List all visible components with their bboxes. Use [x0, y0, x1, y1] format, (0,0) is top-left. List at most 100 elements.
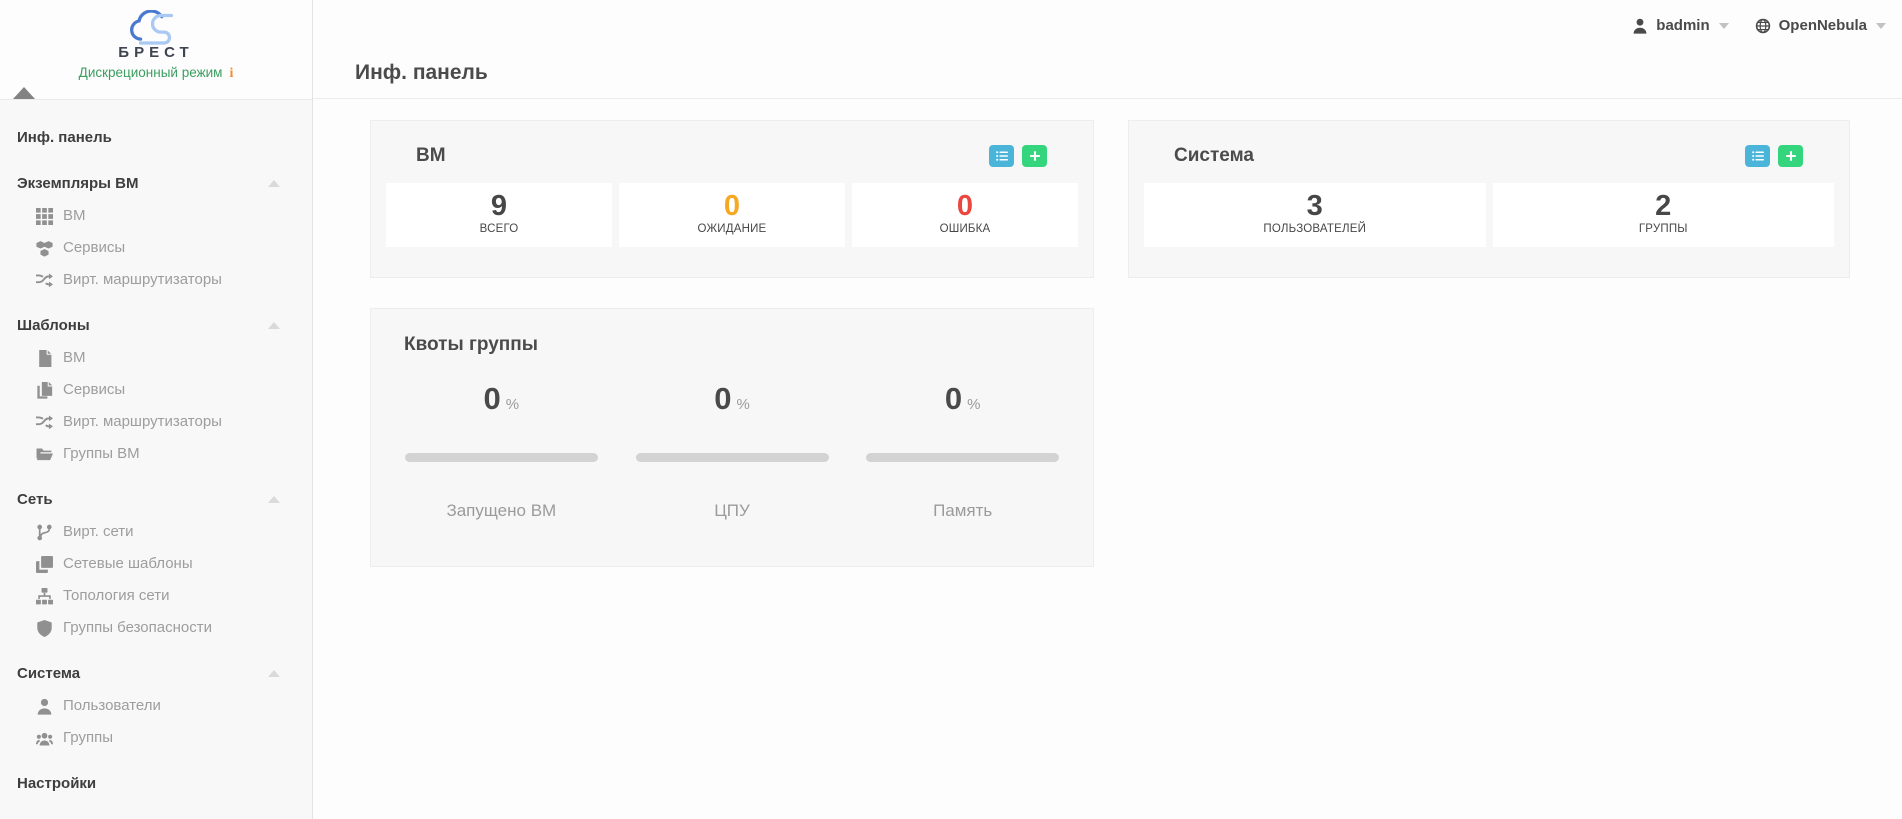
user-menu[interactable]: badmin [1632, 17, 1728, 34]
caret-down-icon [1719, 23, 1729, 29]
stat-label: ГРУППЫ [1493, 223, 1835, 235]
app-window: БРЕСТ Дискреционный режимi Инф. панель Э… [0, 0, 1902, 819]
section-network: Сеть Вирт. сети Сетевые шаблоны Топологи… [0, 484, 312, 644]
main-area: Инф. панель badmin OpenNebula [313, 0, 1902, 819]
stat-value: 0 [852, 190, 1078, 222]
system-widget-buttons [1745, 145, 1803, 167]
system-widget: Система 3 ПОЛЬЗОВ [1128, 120, 1850, 278]
vm-stats: 9 ВСЕГО 0 ОЖИДАНИЕ 0 ОШИБКА [371, 167, 1093, 247]
stat-value: 0 [619, 190, 845, 222]
sidebar-item-dashboard[interactable]: Инф. панель [0, 122, 312, 154]
sidebar-collapse-arrow-icon[interactable] [13, 87, 35, 99]
section-system: Система Пользователи Группы [0, 658, 312, 754]
vm-stat-total[interactable]: 9 ВСЕГО [386, 183, 612, 247]
user-icon [36, 698, 53, 715]
shield-icon [36, 620, 53, 637]
quota-unit: % [736, 396, 749, 413]
system-create-button[interactable] [1778, 145, 1803, 167]
system-stats: 3 ПОЛЬЗОВАТЕЛЕЙ 2 ГРУППЫ [1129, 167, 1849, 247]
topbar: Инф. панель badmin OpenNebula [313, 0, 1902, 99]
system-list-button[interactable] [1745, 145, 1770, 167]
brand-mode-label: Дискреционный режимi [0, 65, 312, 82]
grid-icon [36, 208, 53, 225]
quota-running-vms: 0% Запущено ВМ [386, 382, 617, 521]
brand-name: БРЕСТ [0, 44, 312, 61]
user-icon [1632, 18, 1648, 34]
users-icon [36, 730, 53, 747]
quota-cpu: 0% ЦПУ [617, 382, 848, 521]
section-header-system[interactable]: Система [0, 658, 312, 690]
sidebar-item-network-templates[interactable]: Сетевые шаблоны [0, 548, 312, 580]
vm-widget-title: ВМ [416, 145, 446, 167]
sidebar-item-virtual-networks[interactable]: Вирт. сети [0, 516, 312, 548]
vm-list-button[interactable] [989, 145, 1014, 167]
stat-label: ВСЕГО [386, 223, 612, 235]
sidebar-item-services[interactable]: Сервисы [0, 232, 312, 264]
quota-label: Память [847, 501, 1078, 521]
sidebar-item-settings[interactable]: Настройки [0, 768, 312, 800]
quota-unit: % [506, 396, 519, 413]
group-quotas-row: 0% Запущено ВМ 0% ЦПУ 0% Память [371, 382, 1093, 521]
system-widget-header: Система [1129, 121, 1849, 167]
list-icon [1752, 150, 1764, 162]
quota-value: 0 [714, 381, 731, 416]
collapse-caret-icon [268, 322, 280, 329]
dashboard-content: ВМ 9 ВСЕГО [313, 99, 1902, 567]
user-name: badmin [1656, 17, 1709, 34]
stat-value: 3 [1144, 190, 1486, 222]
sidebar-item-vm-templates[interactable]: ВМ [0, 342, 312, 374]
section-header-vm-instances[interactable]: Экземпляры ВМ [0, 168, 312, 200]
sidebar-item-vms[interactable]: ВМ [0, 200, 312, 232]
plus-icon [1785, 150, 1797, 162]
sidebar-item-network-topology[interactable]: Топология сети [0, 580, 312, 612]
section-header-templates[interactable]: Шаблоны [0, 310, 312, 342]
caret-down-icon [1876, 23, 1886, 29]
group-quotas-title: Квоты группы [371, 309, 1093, 356]
quota-label: Запущено ВМ [386, 501, 617, 521]
cards-row: ВМ 9 ВСЕГО [370, 120, 1902, 278]
stat-label: ОШИБКА [852, 223, 1078, 235]
vm-create-button[interactable] [1022, 145, 1047, 167]
section-dashboard: Инф. панель [0, 122, 312, 154]
vm-widget-header: ВМ [371, 121, 1093, 167]
brand-area[interactable]: БРЕСТ Дискреционный режимi [0, 0, 312, 100]
stat-label: ПОЛЬЗОВАТЕЛЕЙ [1144, 223, 1486, 235]
section-vm-instances: Экземпляры ВМ ВМ Сервисы Вирт. маршрутиз… [0, 168, 312, 296]
page-title: Инф. панель [355, 61, 488, 85]
topbar-right: badmin OpenNebula [1632, 17, 1886, 34]
sidebar-item-users[interactable]: Пользователи [0, 690, 312, 722]
quota-progressbar [405, 453, 598, 462]
section-header-network[interactable]: Сеть [0, 484, 312, 516]
vm-widget: ВМ 9 ВСЕГО [370, 120, 1094, 278]
quota-progressbar [636, 453, 829, 462]
sidebar-item-service-templates[interactable]: Сервисы [0, 374, 312, 406]
sidebar-item-virtual-routers[interactable]: Вирт. маршрутизаторы [0, 264, 312, 296]
info-icon[interactable]: i [229, 66, 233, 81]
list-icon [996, 150, 1008, 162]
zone-name: OpenNebula [1779, 17, 1867, 34]
shuffle-icon [36, 272, 53, 289]
shuffle-icon [36, 414, 53, 431]
section-templates: Шаблоны ВМ Сервисы Вирт. маршрутизаторы … [0, 310, 312, 470]
sidebar-item-groups[interactable]: Группы [0, 722, 312, 754]
vm-stat-pending[interactable]: 0 ОЖИДАНИЕ [619, 183, 845, 247]
system-widget-title: Система [1174, 145, 1254, 167]
stat-label: ОЖИДАНИЕ [619, 223, 845, 235]
stat-value: 2 [1493, 190, 1835, 222]
stat-value: 9 [386, 190, 612, 222]
collapse-caret-icon [268, 180, 280, 187]
vm-stat-error[interactable]: 0 ОШИБКА [852, 183, 1078, 247]
zone-menu[interactable]: OpenNebula [1755, 17, 1886, 34]
section-settings: Настройки [0, 768, 312, 800]
system-stat-users[interactable]: 3 ПОЛЬЗОВАТЕЛЕЙ [1144, 183, 1486, 247]
quota-unit: % [967, 396, 980, 413]
system-stat-groups[interactable]: 2 ГРУППЫ [1493, 183, 1835, 247]
quota-memory: 0% Память [847, 382, 1078, 521]
sidebar-item-security-groups[interactable]: Группы безопасности [0, 612, 312, 644]
vm-widget-buttons [989, 145, 1047, 167]
group-quotas-widget: Квоты группы 0% Запущено ВМ 0% ЦПУ 0% [370, 308, 1094, 567]
sidebar-item-vm-groups[interactable]: Группы ВМ [0, 438, 312, 470]
quota-label: ЦПУ [617, 501, 848, 521]
quota-progressbar [866, 453, 1059, 462]
sidebar-item-vrouter-templates[interactable]: Вирт. маршрутизаторы [0, 406, 312, 438]
